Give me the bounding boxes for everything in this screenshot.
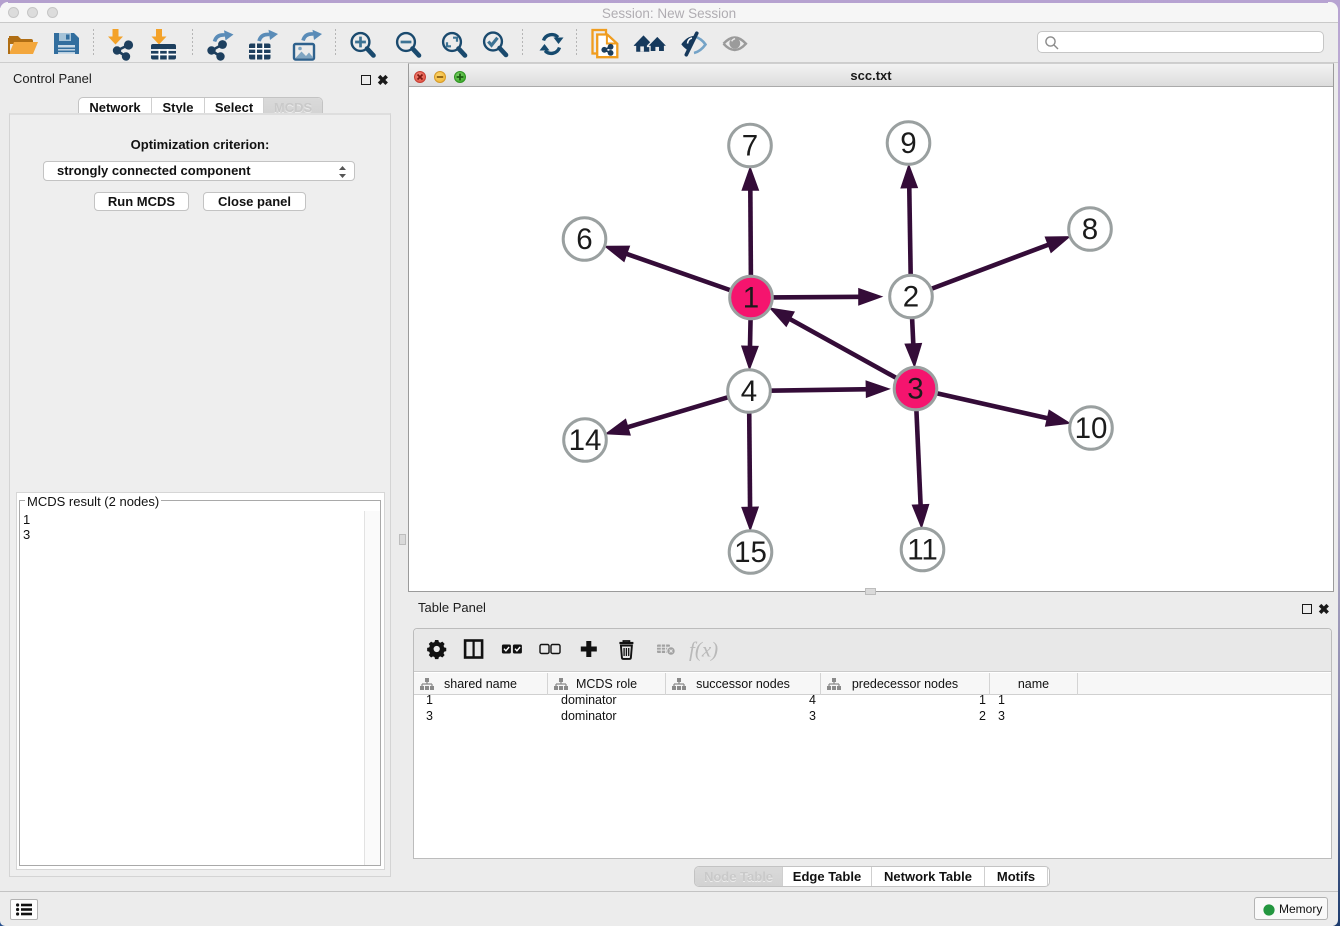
svg-text:15: 15 [734, 536, 767, 569]
svg-text:4: 4 [741, 375, 757, 408]
svg-text:8: 8 [1082, 213, 1098, 246]
svg-text:7: 7 [742, 130, 758, 163]
svg-text:3: 3 [907, 373, 923, 406]
svg-text:10: 10 [1075, 412, 1108, 445]
svg-text:2: 2 [903, 281, 919, 314]
svg-text:1: 1 [743, 282, 759, 315]
svg-text:11: 11 [907, 534, 938, 567]
svg-text:6: 6 [576, 223, 592, 256]
svg-text:9: 9 [900, 127, 916, 160]
svg-text:14: 14 [569, 424, 602, 457]
svg-text:f(x): f(x) [689, 638, 718, 662]
